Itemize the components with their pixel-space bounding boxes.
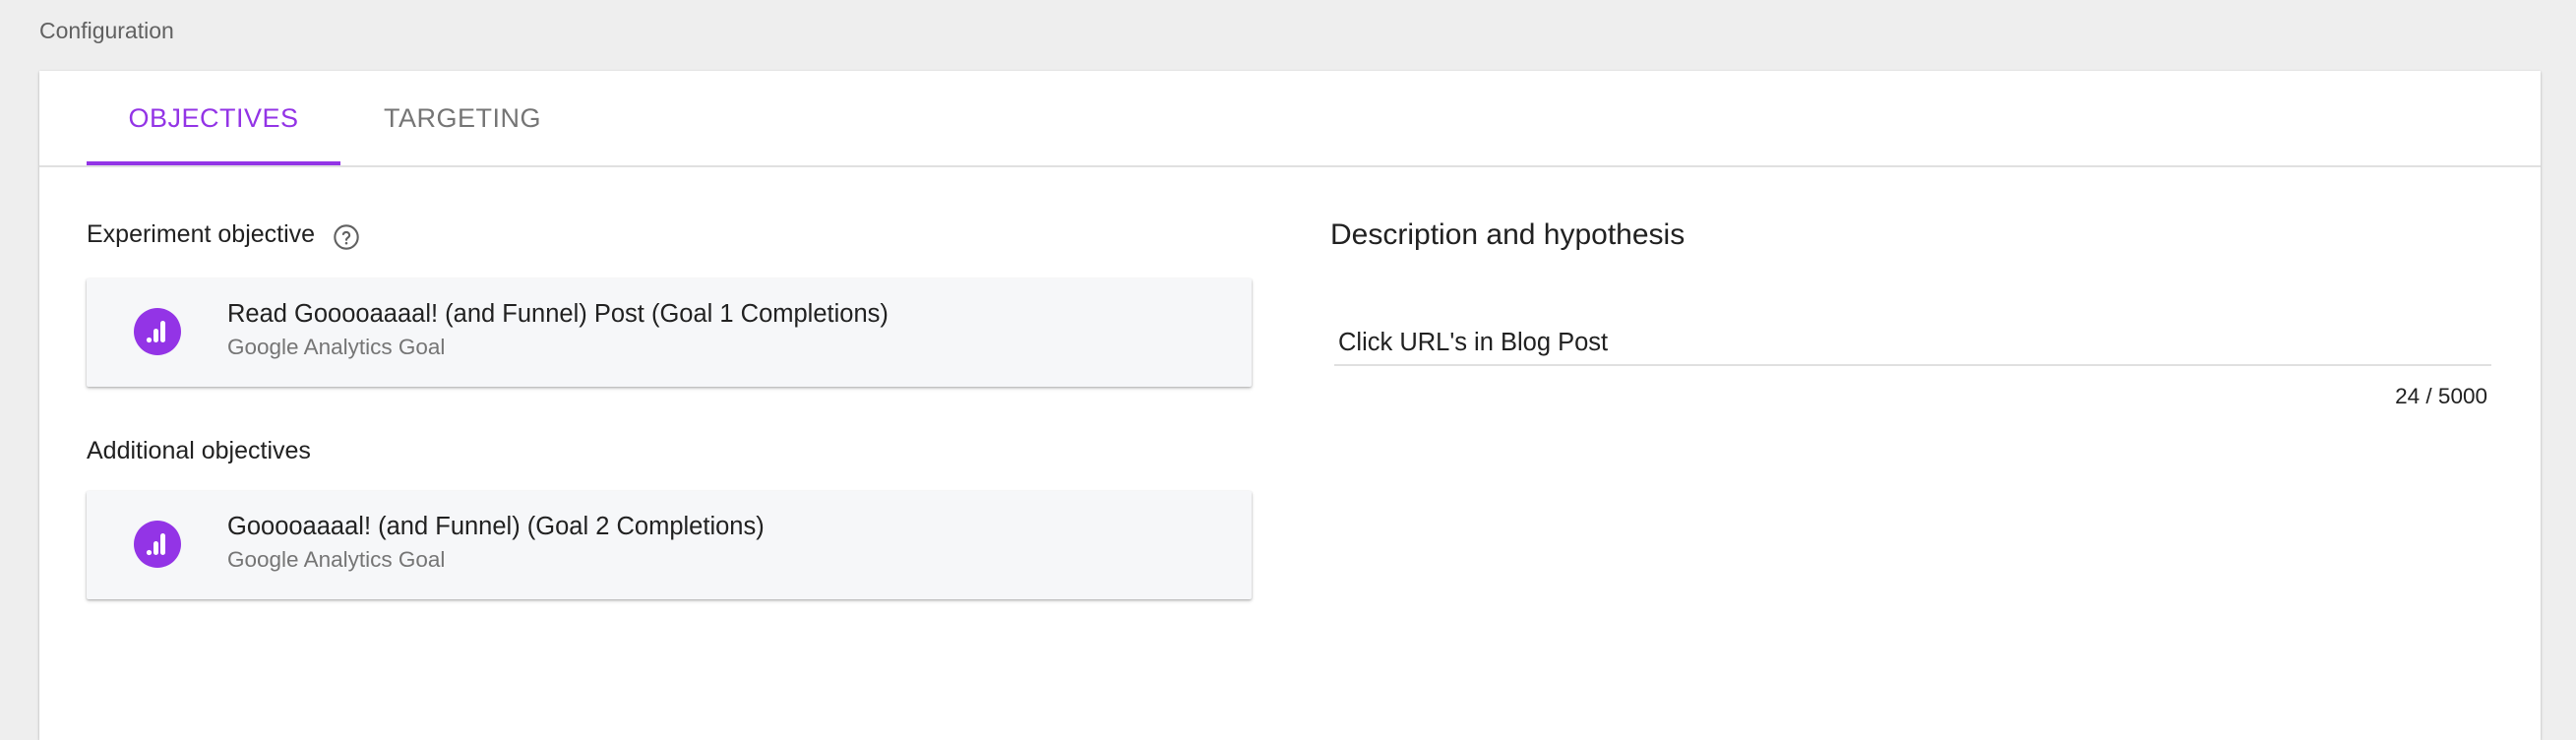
additional-objectives-label: Additional objectives (87, 437, 311, 464)
experiment-objective-card[interactable]: Read Gooooaaaal! (and Funnel) Post (Goal… (87, 278, 1252, 387)
goal-subtitle: Google Analytics Goal (227, 335, 446, 359)
goal-subtitle: Google Analytics Goal (227, 547, 446, 572)
analytics-icon (134, 521, 181, 568)
analytics-icon (134, 308, 181, 355)
description-heading: Description and hypothesis (1330, 218, 1686, 251)
goal-title: Gooooaaaal! (and Funnel) (Goal 2 Complet… (227, 513, 765, 540)
goal-title: Read Gooooaaaal! (and Funnel) Post (Goal… (227, 300, 889, 328)
tab-targeting[interactable]: TARGETING (340, 71, 584, 165)
help-icon[interactable] (333, 223, 359, 250)
configuration-card: OBJECTIVES TARGETING Experiment objectiv… (39, 71, 2541, 740)
tab-objectives[interactable]: OBJECTIVES (87, 71, 340, 165)
page-heading: Configuration (39, 18, 174, 43)
tab-bar: OBJECTIVES TARGETING (39, 71, 2541, 167)
character-counter: 24 / 5000 (2395, 384, 2487, 408)
experiment-objective-label-row: Experiment objective (87, 220, 359, 250)
additional-objective-card[interactable]: Gooooaaaal! (and Funnel) (Goal 2 Complet… (87, 491, 1252, 599)
experiment-objective-label: Experiment objective (87, 220, 316, 248)
active-tab-indicator (87, 161, 340, 165)
description-input[interactable] (1334, 323, 2491, 366)
